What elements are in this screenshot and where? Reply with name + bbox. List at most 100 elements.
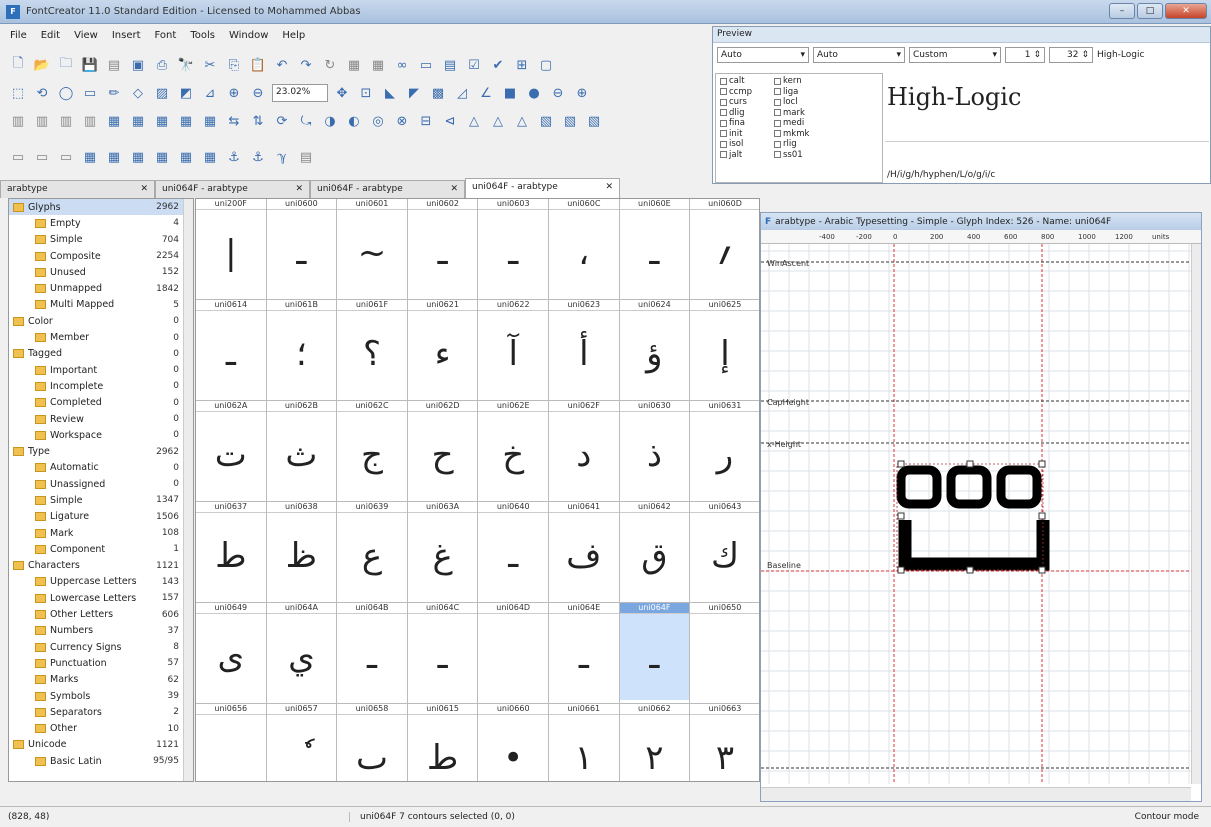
tree-scrollbar[interactable] <box>183 199 193 781</box>
glyph-cell[interactable]: uni0663 ٣ <box>690 704 759 781</box>
feature-liga[interactable]: liga <box>774 87 854 98</box>
glyph-cell[interactable]: uni0640 ـ <box>478 502 549 603</box>
glyph-cell[interactable]: uni064D <box>478 603 549 704</box>
glyph-cell[interactable]: uni0639 ع <box>337 502 408 603</box>
grid-b-icon[interactable]: ▦ <box>104 147 124 167</box>
tree-item[interactable]: Uppercase Letters 143 <box>9 574 193 590</box>
glyph-string-input[interactable]: /H/i/g/h/hyphen/L/o/g/i/c <box>887 170 995 180</box>
component-icon[interactable]: ▧ <box>536 111 556 131</box>
properties-icon[interactable]: ▤ <box>440 55 460 75</box>
grid-a-icon[interactable]: ▦ <box>80 147 100 167</box>
tree-item[interactable]: Unassigned 0 <box>9 476 193 492</box>
tree-item[interactable]: Ligature 1506 <box>9 509 193 525</box>
language-select[interactable]: Auto ▾ <box>813 47 905 63</box>
glyph-cell[interactable]: uni0600 ـ <box>266 199 338 300</box>
canvas-svg[interactable]: WinAscent CapHeight x-Height Baseline <box>761 244 1191 784</box>
align-right-icon[interactable]: ▥ <box>56 111 76 131</box>
feature-dlig[interactable]: dlig <box>720 108 770 119</box>
tree-item[interactable]: Other 10 <box>9 721 193 737</box>
glyph-cell[interactable]: uni0622 آ <box>478 300 549 401</box>
feature-medi[interactable]: medi <box>774 118 854 129</box>
feature-mark[interactable]: mark <box>774 108 854 119</box>
glyph-cell[interactable]: uni0661 ١ <box>549 704 620 781</box>
glyph-cell[interactable]: uni0614 ـ <box>196 300 267 401</box>
glyph-cell[interactable]: uni062A ت <box>196 401 267 502</box>
glyph-cell[interactable]: uni0637 ط <box>196 502 267 603</box>
square-icon[interactable]: ■ <box>500 83 520 103</box>
feature-isol[interactable]: isol <box>720 139 770 150</box>
kerning-icon[interactable]: ⊲ <box>440 111 460 131</box>
contour-icon[interactable]: ◯ <box>56 83 76 103</box>
feature-rlig[interactable]: rlig <box>774 139 854 150</box>
save-icon[interactable]: 💾 <box>80 55 100 75</box>
tree-item[interactable]: Numbers 37 <box>9 623 193 639</box>
glyph-cell[interactable]: uni0624 ؤ <box>619 300 691 401</box>
feature-jalt[interactable]: jalt <box>720 150 770 161</box>
fit-icon[interactable]: ✥ <box>332 83 352 103</box>
checkbox[interactable] <box>720 98 727 106</box>
glyph-b-icon[interactable]: ▦ <box>368 55 388 75</box>
glyph-cell[interactable]: uni0602 ـ <box>407 199 479 300</box>
zoom-window-icon[interactable]: ⊡ <box>356 83 376 103</box>
composite-icon[interactable]: ▧ <box>560 111 580 131</box>
anchor-b-icon[interactable]: ⚓ <box>248 147 268 167</box>
layer-a-icon[interactable]: ▭ <box>8 147 28 167</box>
zoom-level-select[interactable]: 23.02% <box>272 84 328 102</box>
feature-curs[interactable]: curs <box>720 97 770 108</box>
glyph-cell[interactable]: uni0631 ر <box>690 401 759 502</box>
grid-e-icon[interactable]: ▦ <box>176 147 196 167</box>
checkbox[interactable] <box>774 119 781 127</box>
glyph-cell[interactable]: uni0650 <box>690 603 759 704</box>
fill-icon[interactable]: ◩ <box>176 83 196 103</box>
checkbox[interactable] <box>720 88 727 96</box>
grid-f-icon[interactable]: ▦ <box>200 147 220 167</box>
checkbox[interactable] <box>774 88 781 96</box>
tab-glyph-1[interactable]: uni064F - arabtype ✕ <box>155 180 310 198</box>
glyph-cell[interactable]: uni061F ؟ <box>337 300 408 401</box>
glyph-cell[interactable]: uni060E ـ <box>619 199 691 300</box>
tree-item[interactable]: Automatic 0 <box>9 460 193 476</box>
tab-glyph-3[interactable]: uni064F - arabtype ✕ <box>465 178 620 198</box>
size-b-spinner[interactable]: 32 ⇕ <box>1049 47 1093 63</box>
tree-item[interactable]: Composite 2254 <box>9 248 193 264</box>
glyph-cell[interactable]: uni0660 • <box>478 704 549 781</box>
tab-arabtype[interactable]: arabtype ✕ <box>0 180 155 198</box>
paste-icon[interactable]: 📋 <box>248 55 268 75</box>
glyph-cell[interactable]: uni0615 ط <box>407 704 479 781</box>
mark-b-icon[interactable]: △ <box>488 111 508 131</box>
close-icon[interactable]: ✕ <box>450 184 458 195</box>
align-top-icon[interactable]: ▥ <box>80 111 100 131</box>
tree-item[interactable]: Unicode 1121 <box>9 737 193 753</box>
eraser-icon[interactable]: ◇ <box>128 83 148 103</box>
glyph-cell[interactable]: uni0658 ٮ <box>337 704 408 781</box>
grid-d-icon[interactable]: ▦ <box>152 147 172 167</box>
tree-item[interactable]: Workspace 0 <box>9 427 193 443</box>
decompose-icon[interactable]: ▧ <box>584 111 604 131</box>
tree-item[interactable]: Simple 704 <box>9 232 193 248</box>
glyph-a-icon[interactable]: ▦ <box>344 55 364 75</box>
glyph-cell[interactable]: uni0649 ى <box>196 603 267 704</box>
glyph-cell[interactable]: uni062D ح <box>407 401 479 502</box>
script-icon[interactable]: ℽ <box>272 147 292 167</box>
layer-c-icon[interactable]: ▭ <box>56 147 76 167</box>
checkbox[interactable] <box>720 151 727 159</box>
menu-tools[interactable]: Tools <box>190 30 215 41</box>
menu-view[interactable]: View <box>74 30 98 41</box>
tree-item[interactable]: Unused 152 <box>9 264 193 280</box>
mode-select[interactable]: Custom ▾ <box>909 47 1001 63</box>
flip-v-icon[interactable]: ⇅ <box>248 111 268 131</box>
menu-file[interactable]: File <box>10 30 27 41</box>
copy-icon[interactable]: ⎘ <box>224 55 244 75</box>
tree-item[interactable]: Empty 4 <box>9 215 193 231</box>
glyph-cell[interactable]: uni0642 ق <box>619 502 691 603</box>
abc-icon[interactable]: ⊞ <box>512 55 532 75</box>
feature-locl[interactable]: locl <box>774 97 854 108</box>
hint-icon[interactable]: ⊗ <box>392 111 412 131</box>
glyph-cell[interactable]: uni0601 ~ <box>337 199 408 300</box>
zoom-out-icon[interactable]: ⊖ <box>248 83 268 103</box>
picture-icon[interactable]: ▩ <box>428 83 448 103</box>
tree-item[interactable]: Marks 62 <box>9 672 193 688</box>
glyph-cell[interactable]: uni200F | <box>196 199 267 300</box>
glyph-cell[interactable]: uni062F د <box>549 401 620 502</box>
checkbox[interactable] <box>720 77 727 85</box>
